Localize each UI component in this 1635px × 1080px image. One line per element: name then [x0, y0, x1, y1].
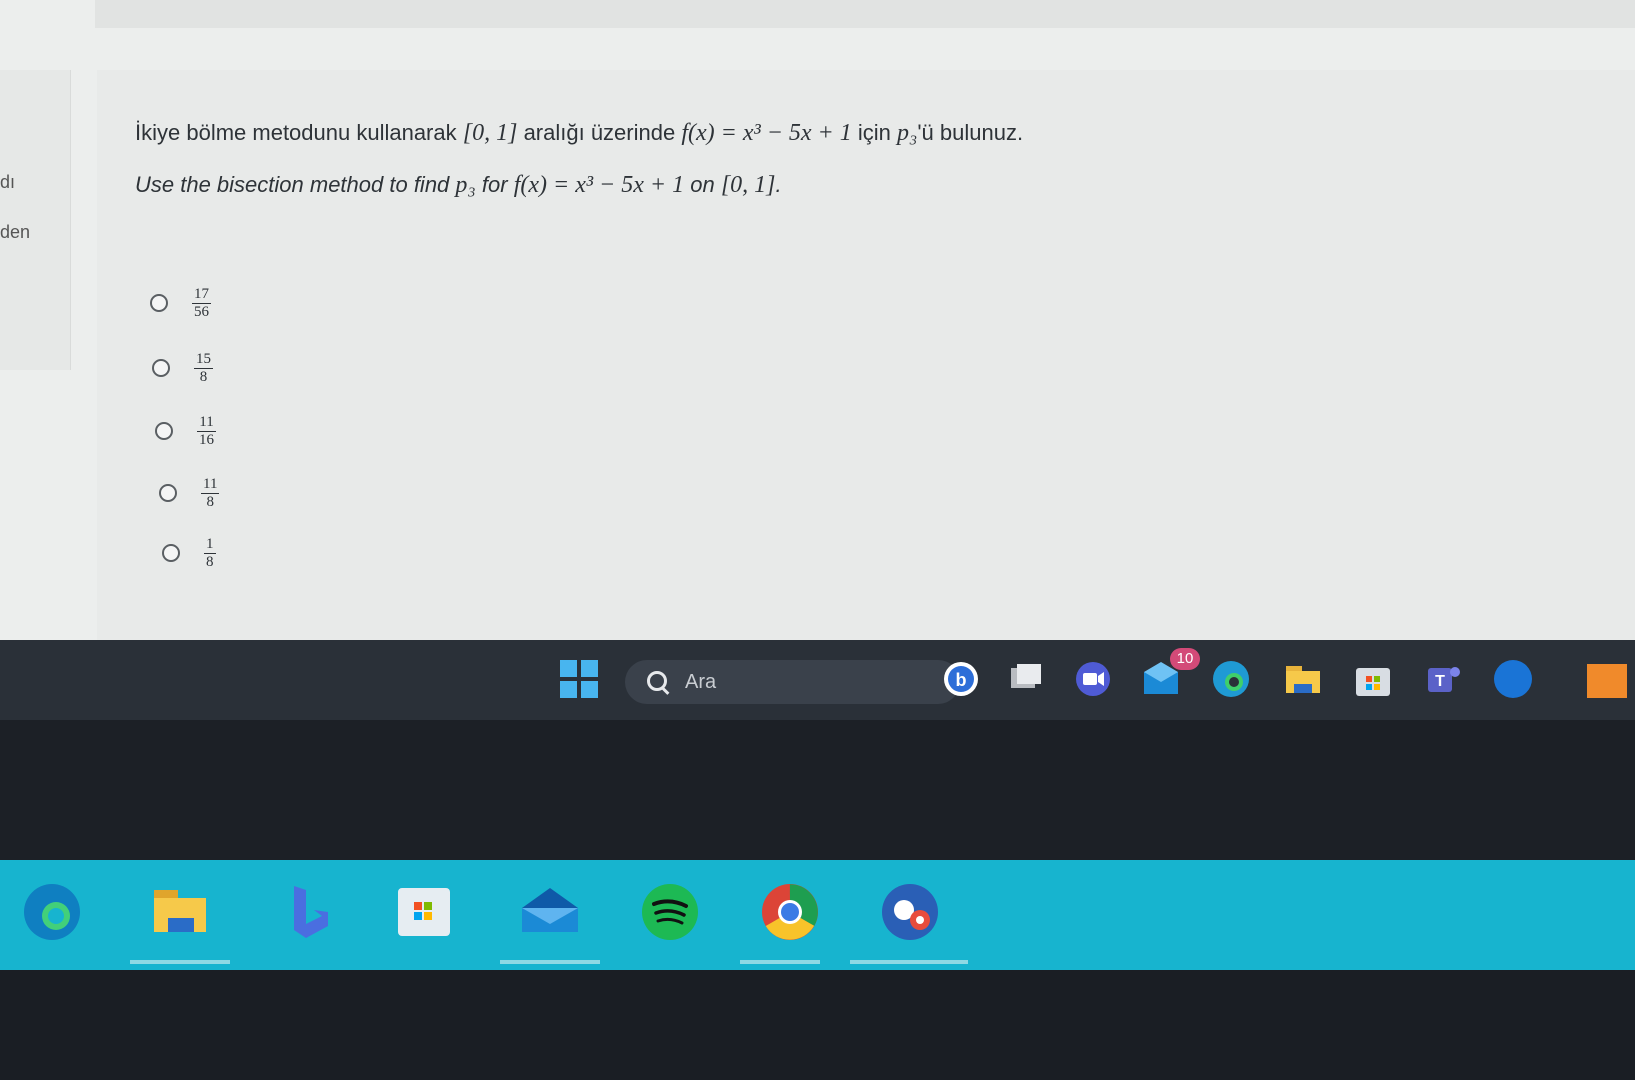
teams-meet-icon[interactable] [1072, 658, 1114, 700]
p3-symbol: p₃ [455, 172, 476, 198]
function-expression: f(x) = x³ − 5x + 1 [681, 120, 852, 146]
choice-option[interactable]: 15 8 [152, 343, 213, 393]
choice-option[interactable]: 1 8 [162, 528, 216, 578]
bing-chat-icon[interactable]: b [940, 658, 982, 700]
chrome-icon[interactable] [758, 880, 822, 944]
radio-button[interactable] [152, 359, 170, 377]
spotify-icon[interactable] [638, 880, 702, 944]
active-app-indicator [500, 960, 600, 964]
mail-icon[interactable] [518, 880, 582, 944]
app-icon[interactable] [1585, 658, 1627, 700]
question-text-turkish: İkiye bölme metodunu kullanarak [0, 1] a… [135, 120, 1024, 146]
browser-page: dı den İkiye bölme metodunu kullanarak [… [0, 0, 1635, 650]
choice-option[interactable]: 11 16 [155, 406, 216, 456]
svg-text:T: T [1435, 673, 1445, 690]
bing-icon[interactable] [276, 880, 340, 944]
photos-icon[interactable] [878, 880, 942, 944]
interval: [0, 1] [720, 172, 776, 198]
fraction: 11 8 [201, 476, 220, 510]
nav-label: dı [0, 172, 16, 192]
screen-bezel [0, 720, 1635, 860]
calculator-icon[interactable] [392, 880, 456, 944]
radio-button[interactable] [159, 484, 177, 502]
windows-taskbar: Ara b 10 T [0, 640, 1635, 720]
question-card [97, 70, 1635, 650]
edge-icon[interactable] [20, 880, 84, 944]
search-placeholder: Ara [685, 670, 717, 693]
mail-notification-badge: 10 [1170, 648, 1200, 670]
file-explorer-icon[interactable] [1282, 658, 1324, 700]
active-app-indicator [850, 960, 968, 964]
radio-button[interactable] [150, 294, 168, 312]
taskbar-search-box[interactable]: Ara [625, 660, 960, 704]
fraction: 11 16 [197, 414, 216, 448]
second-screen-taskbar [0, 860, 1635, 970]
screen-bottom-bezel [0, 970, 1635, 1080]
teams-icon[interactable]: T [1422, 658, 1464, 700]
interval: [0, 1] [462, 120, 518, 146]
question-text-english: Use the bisection method to find p₃ for … [135, 172, 782, 198]
nav-label: den [0, 222, 31, 242]
choice-option[interactable]: 17 56 [150, 278, 211, 328]
radio-button[interactable] [162, 544, 180, 562]
edge-icon[interactable] [1210, 658, 1252, 700]
p3-symbol: p₃ [897, 120, 918, 146]
fraction: 17 56 [192, 286, 211, 320]
svg-text:b: b [956, 670, 967, 690]
weather-widget-icon[interactable] [1492, 658, 1534, 700]
active-app-indicator [740, 960, 820, 964]
windows-start-icon[interactable] [560, 660, 598, 698]
active-app-indicator [130, 960, 230, 964]
store-icon[interactable] [1352, 658, 1394, 700]
task-view-icon[interactable] [1005, 658, 1047, 700]
function-expression: f(x) = x³ − 5x + 1 [513, 172, 685, 198]
quiz-navigation-panel [0, 70, 71, 370]
fraction: 1 8 [204, 536, 216, 570]
choice-option[interactable]: 11 8 [159, 468, 220, 518]
search-icon [645, 669, 671, 695]
radio-button[interactable] [155, 422, 173, 440]
file-explorer-icon[interactable] [148, 880, 212, 944]
fraction: 15 8 [194, 351, 213, 385]
page-header-bar [95, 0, 1635, 28]
